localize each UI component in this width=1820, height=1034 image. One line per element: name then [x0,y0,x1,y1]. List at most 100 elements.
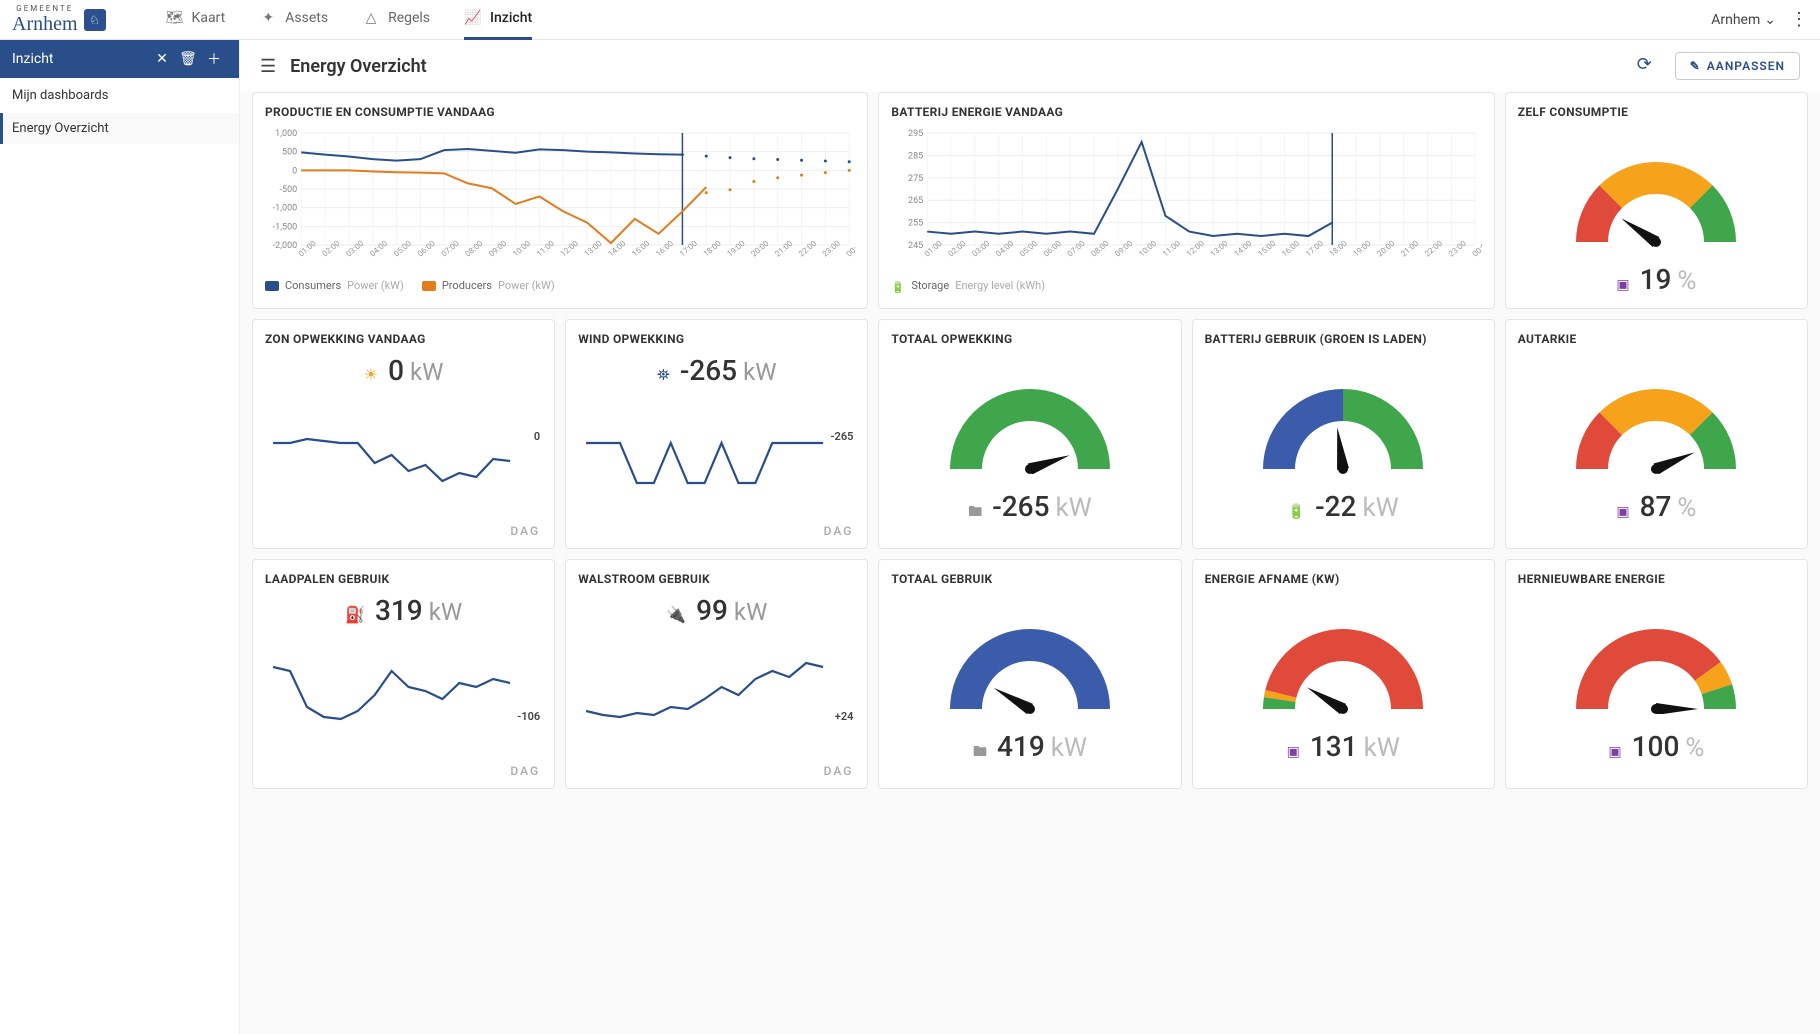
svg-text:00:00: 00:00 [845,239,856,259]
card-zon: ZON OPWEKKING VANDAAG ☀ 0 kW 0 DAG [252,319,555,549]
more-menu[interactable]: ⋮ [1790,9,1808,30]
logo-badge-icon: ♘ [84,9,106,31]
svg-text:0: 0 [292,166,297,176]
brand-name: Arnhem [12,13,78,36]
svg-text:04:00: 04:00 [995,239,1016,259]
svg-text:00:00: 00:00 [1471,239,1482,259]
svg-text:-1,000: -1,000 [273,204,298,214]
svg-text:02:00: 02:00 [947,239,968,259]
gauge-autarkie [1566,374,1746,474]
chart-productie: -2,000-1,500-1,000-50005001,00001:0002:0… [265,127,855,267]
sidebar-item-energy[interactable]: Energy Overzicht [0,113,239,144]
svg-text:09:00: 09:00 [487,239,508,259]
svg-text:23:00: 23:00 [1447,239,1468,259]
sun-icon: ☀ [364,365,378,384]
sidebar-section: Mijn dashboards [0,78,239,113]
chart-batterij: 24525526527528529501:0002:0003:0004:0005… [891,127,1481,267]
chart-icon: 📈 [464,9,482,27]
battery-icon: 🔋 [891,281,905,291]
svg-text:01:00: 01:00 [923,239,944,259]
svg-text:13:00: 13:00 [1209,239,1230,259]
card-productie: PRODUCTIE EN CONSUMPTIE VANDAAG -2,000-1… [252,92,868,309]
svg-text:06:00: 06:00 [1042,239,1063,259]
gauge-battgebruik [1253,374,1433,474]
spark-wind [578,393,855,493]
brand-super: GEMEENTE [12,4,78,13]
svg-text:22:00: 22:00 [1423,239,1444,259]
svg-text:1,000: 1,000 [275,129,297,139]
svg-text:16:00: 16:00 [654,239,675,259]
svg-text:22:00: 22:00 [797,239,818,259]
svg-text:02:00: 02:00 [321,239,342,259]
spark-walstroom [578,633,855,733]
sidebar: Inzicht ✕ 🗑 ＋ Mijn dashboards Energy Ove… [0,40,240,1034]
svg-text:12:00: 12:00 [559,239,580,259]
chevron-down-icon: ⌄ [1764,12,1776,28]
topbar: GEMEENTE Arnhem ♘ 🗺 Kaart ✦ Assets △ Reg… [0,0,1820,40]
svg-text:20:00: 20:00 [749,239,770,259]
grain-icon: ✦ [259,9,277,27]
page-title: Energy Overzicht [290,56,1623,77]
refresh-icon[interactable]: ⟳ [1637,54,1661,78]
svg-text:05:00: 05:00 [1018,239,1039,259]
svg-text:20:00: 20:00 [1376,239,1397,259]
svg-text:15:00: 15:00 [1257,239,1278,259]
svg-text:17:00: 17:00 [678,239,699,259]
grid-icon: ▣ [1287,744,1300,760]
main: ☰ Energy Overzicht ⟳ ✎ AANPASSEN PRODUCT… [240,40,1820,1034]
svg-text:15:00: 15:00 [630,239,651,259]
spark-zon [265,393,542,493]
svg-text:21:00: 21:00 [1400,239,1421,259]
svg-text:03:00: 03:00 [344,239,365,259]
gauge-totaalgeb [940,614,1120,714]
delete-icon[interactable]: 🗑 [175,51,201,67]
svg-text:23:00: 23:00 [821,239,842,259]
card-zelf: ZELF CONSUMPTIE ▣ 19 % [1505,92,1808,309]
spark-laadpalen [265,633,542,733]
svg-text:16:00: 16:00 [1280,239,1301,259]
map-icon: 🗺 [166,9,184,27]
svg-text:295: 295 [908,129,923,139]
gauge-hernieuw [1566,614,1746,714]
folder-icon: 🖿 [968,501,982,525]
svg-text:17:00: 17:00 [1304,239,1325,259]
sidebar-header: Inzicht ✕ 🗑 ＋ [0,40,239,78]
svg-text:08:00: 08:00 [463,239,484,259]
card-hernieuw: HERNIEUWBARE ENERGIE ▣ 100 % [1505,559,1808,789]
plug-icon: 🔌 [666,605,686,624]
close-icon[interactable]: ✕ [149,51,175,67]
region-selector[interactable]: Arnhem ⌄ [1711,12,1776,28]
tab-assets[interactable]: ✦ Assets [259,0,328,40]
gauge-afname [1253,614,1433,714]
card-autarkie: AUTARKIE ▣ 87 % [1505,319,1808,549]
svg-text:09:00: 09:00 [1114,239,1135,259]
card-afname: ENERGIE AFNAME (KW) ▣ 131 kW [1192,559,1495,789]
card-totaalop: TOTAAL OPWEKKING 🖿 -265 kW [878,319,1181,549]
customize-button[interactable]: ✎ AANPASSEN [1675,52,1800,80]
ev-icon: ⛽ [345,605,365,624]
svg-text:03:00: 03:00 [971,239,992,259]
card-walstroom: WALSTROOM GEBRUIK 🔌 99 kW +24 DAG [565,559,868,789]
grid-icon: ▣ [1608,744,1621,760]
add-icon[interactable]: ＋ [201,49,227,69]
svg-text:05:00: 05:00 [392,239,413,259]
tab-regels[interactable]: △ Regels [362,0,430,40]
tab-kaart[interactable]: 🗺 Kaart [166,0,226,40]
svg-text:18:00: 18:00 [702,239,723,259]
menu-icon[interactable]: ☰ [260,56,276,77]
svg-text:19:00: 19:00 [726,239,747,259]
tab-inzicht[interactable]: 📈 Inzicht [464,0,532,40]
svg-text:06:00: 06:00 [416,239,437,259]
svg-text:14:00: 14:00 [1233,239,1254,259]
svg-text:01:00: 01:00 [297,239,318,259]
grid-icon: ▣ [1616,277,1629,293]
svg-text:-500: -500 [280,185,298,195]
svg-text:12:00: 12:00 [1185,239,1206,259]
svg-text:11:00: 11:00 [535,239,556,259]
grid-icon: ▣ [1616,504,1629,520]
card-totaalgeb: TOTAAL GEBRUIK 🖿 419 kW [878,559,1181,789]
svg-text:21:00: 21:00 [773,239,794,259]
svg-text:275: 275 [908,174,923,184]
svg-text:245: 245 [908,241,923,251]
svg-text:07:00: 07:00 [440,239,461,259]
